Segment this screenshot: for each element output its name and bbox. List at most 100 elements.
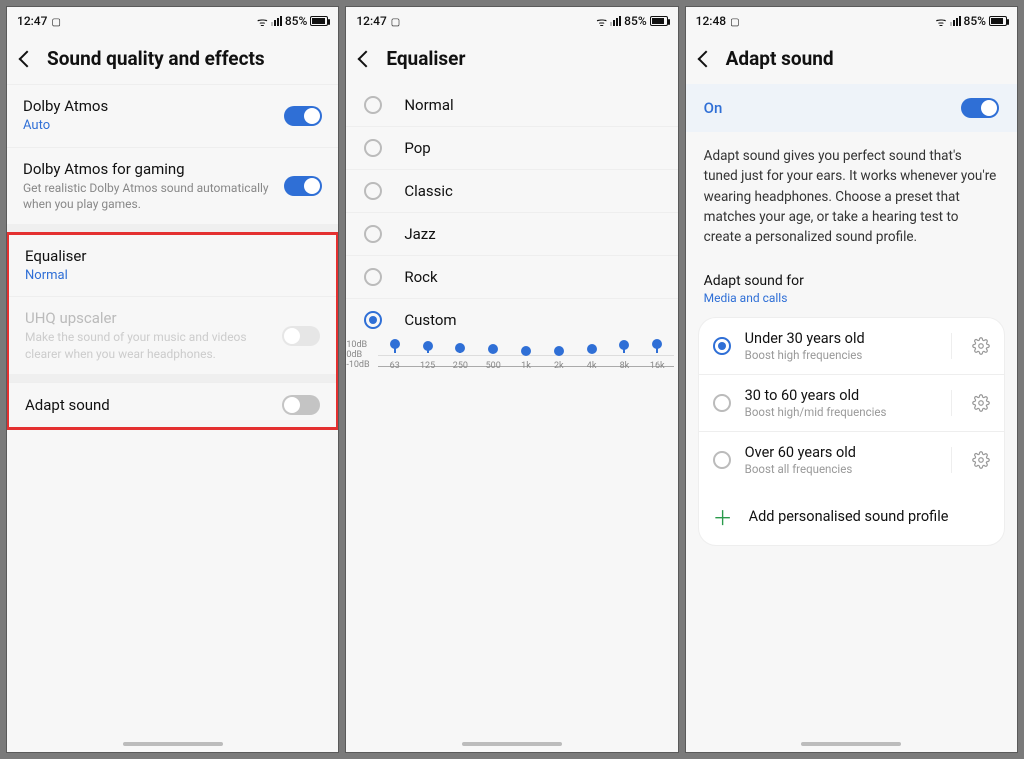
row-sub: Make the sound of your music and videos …	[25, 329, 282, 361]
x-tick: 1k	[521, 361, 531, 371]
status-time: 12:47	[356, 14, 386, 28]
adapt-for-row[interactable]: Adapt sound for Media and calls	[686, 261, 1017, 309]
row-sub: Media and calls	[704, 291, 999, 305]
battery-icon	[650, 16, 668, 26]
eq-band-4k[interactable]: 4k	[575, 341, 608, 355]
section-gap	[7, 224, 338, 232]
toggle-adapt-master[interactable]	[961, 98, 999, 118]
status-bar: 12:47▢ ᯤ 85%	[7, 7, 338, 35]
eq-option-label: Pop	[404, 139, 430, 157]
battery-percent: 85%	[964, 14, 986, 28]
eq-option-rock[interactable]: Rock	[346, 256, 677, 299]
divider	[951, 333, 952, 359]
eq-dot[interactable]	[423, 341, 433, 351]
eq-band-63[interactable]: 63	[378, 341, 411, 355]
eq-option-custom[interactable]: Custom	[346, 299, 677, 341]
section-gap	[9, 374, 336, 382]
radio-icon	[364, 311, 382, 329]
equaliser-chart[interactable]: 10dB 0dB -10dB 63 125 250 500 1k 2k 4k 8…	[346, 341, 677, 369]
age-preset-row[interactable]: 30 to 60 years old Boost high/mid freque…	[699, 375, 1004, 432]
eq-dot[interactable]	[521, 346, 531, 356]
eq-option-label: Jazz	[404, 225, 435, 243]
page-title: Sound quality and effects	[47, 47, 265, 70]
row-adapt-sound[interactable]: Adapt sound	[9, 382, 336, 427]
gear-icon[interactable]	[972, 337, 990, 355]
age-preset-row[interactable]: Over 60 years old Boost all frequencies	[699, 432, 1004, 488]
eq-band-8k[interactable]: 8k	[608, 341, 641, 355]
eq-option-label: Classic	[404, 182, 453, 200]
row-title: Dolby Atmos	[23, 97, 284, 115]
equaliser-options: Normal Pop Classic Jazz Rock Custom	[346, 84, 677, 341]
home-indicator[interactable]	[123, 742, 223, 746]
radio-icon	[364, 182, 382, 200]
eq-dot[interactable]	[455, 343, 465, 353]
row-uhq-upscaler: UHQ upscaler Make the sound of your musi…	[9, 296, 336, 373]
eq-band-16k[interactable]: 16k	[641, 341, 674, 355]
signal-icon	[271, 16, 282, 26]
radio-icon	[364, 268, 382, 286]
row-dolby-atmos[interactable]: Dolby Atmos Auto	[7, 84, 338, 147]
home-indicator[interactable]	[462, 742, 562, 746]
eq-dot[interactable]	[554, 346, 564, 356]
signal-icon	[950, 16, 961, 26]
battery-icon	[989, 16, 1007, 26]
age-preset-row[interactable]: Under 30 years old Boost high frequencie…	[699, 318, 1004, 375]
eq-dot[interactable]	[652, 339, 662, 349]
picture-icon: ▢	[51, 17, 60, 28]
highlight-box: Equaliser Normal UHQ upscaler Make the s…	[6, 232, 339, 430]
home-indicator[interactable]	[801, 742, 901, 746]
x-tick: 500	[486, 361, 501, 371]
eq-dot[interactable]	[390, 339, 400, 349]
eq-option-label: Rock	[404, 268, 437, 286]
x-tick: 63	[390, 361, 400, 371]
picture-icon: ▢	[391, 17, 400, 28]
adapt-on-row: On	[686, 84, 1017, 132]
eq-option-label: Normal	[404, 96, 453, 114]
gear-icon[interactable]	[972, 394, 990, 412]
age-title: Under 30 years old	[745, 330, 931, 347]
row-equaliser[interactable]: Equaliser Normal	[9, 235, 336, 297]
x-tick: 2k	[554, 361, 564, 371]
eq-band-1k[interactable]: 1k	[510, 341, 543, 355]
signal-icon	[610, 16, 621, 26]
three-phone-layout: 12:47▢ ᯤ 85% Sound quality and effects D…	[0, 0, 1024, 759]
y-tick: 0dB	[346, 350, 362, 360]
divider	[951, 447, 952, 473]
toggle-adapt-sound[interactable]	[282, 395, 320, 415]
toggle-dolby-atmos[interactable]	[284, 106, 322, 126]
row-sub: Get realistic Dolby Atmos sound automati…	[23, 180, 284, 212]
eq-band-500[interactable]: 500	[477, 341, 510, 355]
x-tick: 16k	[650, 361, 665, 371]
back-icon[interactable]	[19, 50, 36, 67]
screen-header: Adapt sound	[686, 35, 1017, 84]
status-time: 12:48	[696, 14, 726, 28]
age-title: 30 to 60 years old	[745, 387, 931, 404]
adapt-description: Adapt sound gives you perfect sound that…	[686, 132, 1017, 261]
eq-band-125[interactable]: 125	[411, 341, 444, 355]
back-icon[interactable]	[697, 50, 714, 67]
chart-columns: 63 125 250 500 1k 2k 4k 8k 16k	[378, 341, 673, 355]
x-tick: 250	[453, 361, 468, 371]
eq-dot[interactable]	[488, 344, 498, 354]
eq-option-jazz[interactable]: Jazz	[346, 213, 677, 256]
add-profile-row[interactable]: ＋ Add personalised sound profile	[699, 488, 1004, 545]
eq-band-250[interactable]: 250	[444, 341, 477, 355]
eq-dot[interactable]	[587, 344, 597, 354]
row-title: Adapt sound for	[704, 273, 999, 289]
eq-dot[interactable]	[619, 340, 629, 350]
gear-icon[interactable]	[972, 451, 990, 469]
battery-icon	[310, 16, 328, 26]
eq-option-classic[interactable]: Classic	[346, 170, 677, 213]
row-title: Dolby Atmos for gaming	[23, 160, 284, 178]
screen-header: Sound quality and effects	[7, 35, 338, 84]
wifi-icon: ᯤ	[257, 13, 268, 30]
row-sub: Auto	[23, 117, 284, 135]
x-tick: 8k	[620, 361, 630, 371]
eq-band-2k[interactable]: 2k	[542, 341, 575, 355]
row-dolby-gaming[interactable]: Dolby Atmos for gaming Get realistic Dol…	[7, 147, 338, 224]
back-icon[interactable]	[358, 50, 375, 67]
eq-option-pop[interactable]: Pop	[346, 127, 677, 170]
toggle-dolby-gaming[interactable]	[284, 176, 322, 196]
radio-icon	[364, 96, 382, 114]
eq-option-normal[interactable]: Normal	[346, 84, 677, 127]
